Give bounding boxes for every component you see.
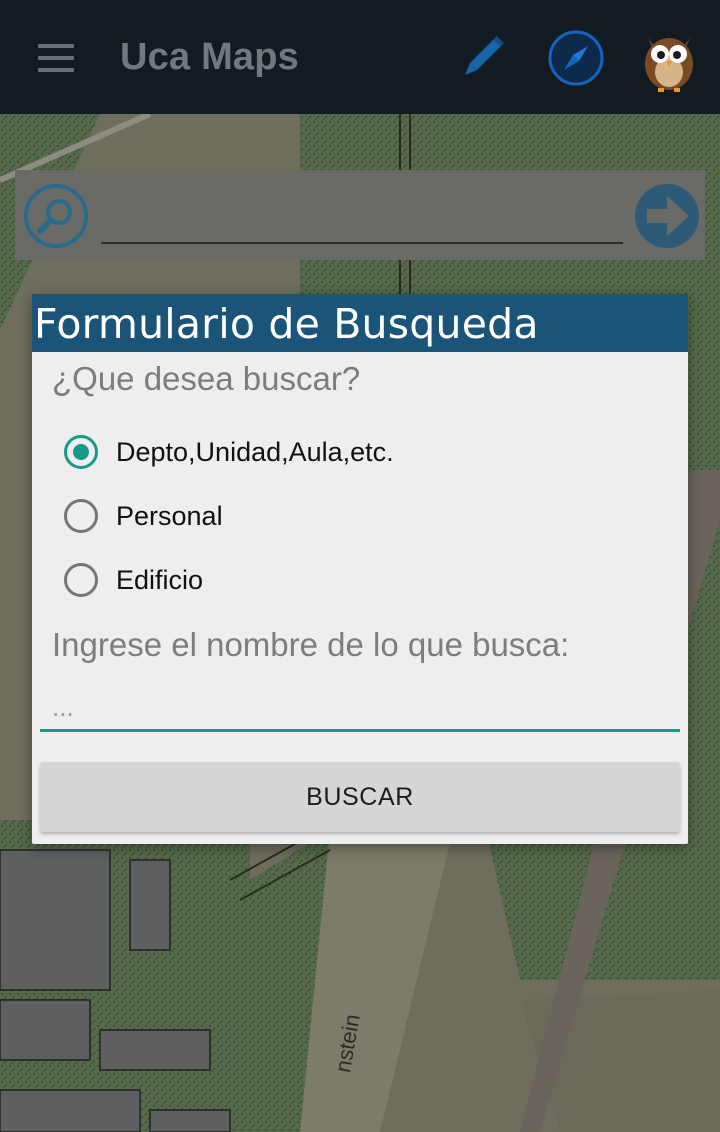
radio-button[interactable] bbox=[64, 563, 98, 597]
compass-button[interactable] bbox=[546, 28, 606, 88]
search-button[interactable] bbox=[23, 183, 89, 249]
pencil-icon bbox=[465, 36, 504, 75]
profile-avatar[interactable] bbox=[636, 28, 696, 92]
radio-option-label: Depto,Unidad,Aula,etc. bbox=[116, 437, 394, 467]
radio-option-personal[interactable]: Personal bbox=[62, 496, 622, 544]
dialog-title: Formulario de Busqueda bbox=[34, 300, 539, 348]
radio-button-checked[interactable] bbox=[64, 435, 98, 469]
menu-button[interactable] bbox=[30, 36, 82, 80]
search-input[interactable] bbox=[101, 200, 623, 244]
radio-button[interactable] bbox=[64, 499, 98, 533]
radio-option-edificio[interactable]: Edificio bbox=[62, 560, 622, 608]
app-title: Uca Maps bbox=[120, 36, 300, 78]
question-label: ¿Que desea buscar? bbox=[52, 360, 361, 397]
radio-option-label: Edificio bbox=[116, 565, 204, 595]
search-bar bbox=[15, 170, 705, 260]
arrow-right-icon bbox=[635, 184, 699, 248]
magnifier-icon bbox=[24, 184, 88, 248]
buscar-button[interactable]: BUSCAR bbox=[40, 762, 680, 832]
hamburger-menu-icon bbox=[38, 44, 74, 48]
app-bar: Uca Maps bbox=[0, 0, 720, 114]
compass-icon bbox=[548, 30, 604, 86]
radio-option-label: Personal bbox=[116, 501, 223, 531]
owl-avatar-icon bbox=[645, 38, 693, 92]
name-input-label: Ingrese el nombre de lo que busca: bbox=[52, 626, 570, 663]
search-form-dialog: Formulario de Busqueda ¿Que desea buscar… bbox=[32, 294, 688, 844]
go-button[interactable] bbox=[633, 182, 701, 250]
dialog-header: Formulario de Busqueda bbox=[32, 294, 688, 352]
radio-option-depto[interactable]: Depto,Unidad,Aula,etc. bbox=[62, 432, 622, 480]
name-search-input[interactable] bbox=[40, 686, 680, 732]
edit-button[interactable] bbox=[452, 28, 512, 88]
